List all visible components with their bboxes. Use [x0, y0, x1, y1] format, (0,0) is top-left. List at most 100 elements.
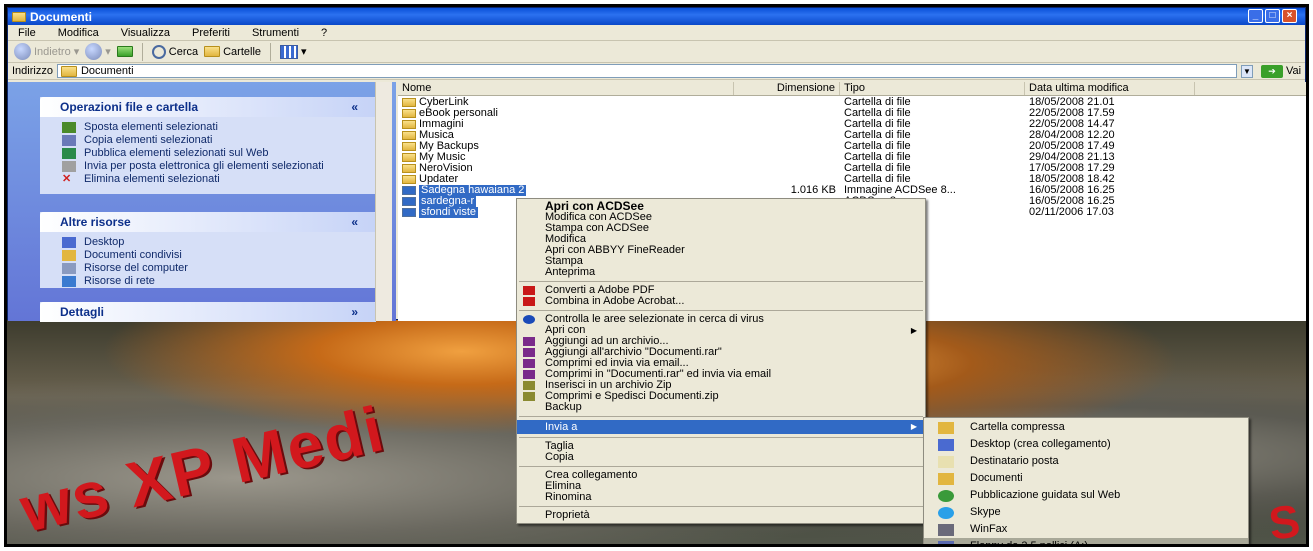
winrar-icon: [523, 337, 535, 346]
menu-preferiti[interactable]: Preferiti: [192, 27, 230, 39]
column-headers: Nome Dimensione Tipo Data ultima modific…: [398, 82, 1306, 96]
context-item-backup[interactable]: Backup: [517, 402, 925, 413]
minimize-icon[interactable]: _: [1248, 9, 1263, 23]
menu-help[interactable]: ?: [321, 27, 327, 39]
task-pubblica-elementi[interactable]: Pubblica elementi selezionati sul Web: [40, 148, 376, 159]
collapse-icon[interactable]: «: [351, 215, 358, 229]
folder-icon: [402, 109, 416, 118]
floppy-icon: [938, 541, 954, 544]
task-desktop[interactable]: Desktop: [40, 237, 376, 248]
file-size: 1.016 KB: [790, 184, 836, 196]
task-label: Documenti condivisi: [84, 249, 182, 261]
send-to-item-floppy-da-3-5-pollici-a[interactable]: Floppy da 3,5 pollici (A:): [924, 538, 1248, 544]
context-item-anteprima[interactable]: Anteprima: [517, 267, 925, 278]
up-folder-button[interactable]: [116, 46, 133, 57]
copy-icon: [62, 135, 76, 146]
up-folder-icon: [116, 46, 133, 57]
folder-icon: [402, 164, 416, 173]
back-arrow-icon: [14, 43, 31, 60]
context-item-label: Combina in Adobe Acrobat...: [545, 295, 685, 307]
task-risorse-di[interactable]: Risorse di rete: [40, 276, 376, 287]
task-documenti-condivisi[interactable]: Documenti condivisi: [40, 250, 376, 261]
context-item-label: Invia a: [545, 421, 578, 433]
maximize-icon[interactable]: □: [1265, 9, 1280, 23]
views-button[interactable]: ▾: [280, 44, 307, 59]
image-file-icon: [402, 186, 416, 195]
antivirus-icon: [523, 315, 535, 324]
forward-button[interactable]: ▾: [85, 43, 111, 60]
title-bar[interactable]: Documenti _ □ ×: [8, 8, 1305, 25]
delete-icon: ✕: [62, 173, 72, 185]
search-button[interactable]: Cerca: [151, 44, 198, 59]
column-header-size[interactable]: Dimensione: [734, 82, 840, 95]
left-pane-scrollbar[interactable]: [375, 82, 392, 321]
task-risorse-del[interactable]: Risorse del computer: [40, 263, 376, 274]
context-item-invia-a[interactable]: Invia a ▶: [517, 420, 925, 434]
file-tasks-header[interactable]: Operazioni file e cartella «: [40, 97, 376, 117]
address-input[interactable]: Documenti: [56, 64, 1237, 78]
menu-separator: [519, 506, 923, 507]
context-menu: Apri con ACDSee Modifica con ACDSee Stampa…: [516, 198, 926, 524]
address-dropdown-icon[interactable]: ▼: [1240, 64, 1253, 78]
task-elimina-elementi[interactable]: ✕ Elimina elementi selezionati: [40, 174, 376, 185]
task-label: Desktop: [84, 236, 125, 248]
task-sposta-elementi[interactable]: Sposta elementi selezionati: [40, 122, 376, 133]
file-size: [734, 97, 840, 108]
web-wizard-icon: [938, 490, 954, 502]
send-to-item-skype[interactable]: Skype: [924, 504, 1248, 521]
file-size: [734, 130, 840, 141]
context-item-copia[interactable]: Copia: [517, 452, 925, 463]
details-panel: Dettagli»: [40, 302, 376, 322]
close-icon[interactable]: ×: [1282, 9, 1297, 23]
folder-icon: [402, 131, 416, 140]
file-tasks-panel: Operazioni file e cartella « Sposta eleme…: [40, 97, 376, 194]
column-header-date[interactable]: Data ultima modifica: [1025, 82, 1195, 95]
context-item-taglia[interactable]: Taglia: [517, 441, 925, 452]
context-item-combina-in-adobe-acrobat[interactable]: Combina in Adobe Acrobat...: [517, 296, 925, 307]
mail-icon: [938, 456, 954, 468]
go-arrow-icon: ➔: [1260, 64, 1283, 78]
send-to-item-destinatario-posta[interactable]: Destinatario posta: [924, 453, 1248, 470]
folder-icon: [12, 11, 26, 22]
task-label: Invia per posta elettronica gli elementi…: [84, 160, 324, 172]
wallpaper-text: ws XP Medi: [13, 392, 392, 546]
wallpaper-text-right: S: [1265, 494, 1304, 547]
send-to-item-winfax[interactable]: WinFax: [924, 521, 1248, 538]
task-label: Elimina elementi selezionati: [84, 173, 220, 185]
task-label: Risorse del computer: [84, 262, 188, 274]
toolbar-separator: [270, 42, 272, 61]
context-item-label: Proprietà: [545, 509, 590, 521]
send-to-item-desktop-crea-collegamento[interactable]: Desktop (crea collegamento): [924, 436, 1248, 453]
menu-strumenti[interactable]: Strumenti: [252, 27, 299, 39]
send-to-item-cartella-compressa[interactable]: Cartella compressa: [924, 419, 1248, 436]
send-to-item-pubblicazione-guidata-sul-web[interactable]: Pubblicazione guidata sul Web: [924, 487, 1248, 504]
task-copia-elementi[interactable]: Copia elementi selezionati: [40, 135, 376, 146]
task-invia-per[interactable]: Invia per posta elettronica gli elementi…: [40, 161, 376, 172]
menu-file[interactable]: File: [18, 27, 36, 39]
menu-visualizza[interactable]: Visualizza: [121, 27, 170, 39]
context-item-label: Backup: [545, 401, 582, 413]
collapse-icon[interactable]: «: [351, 100, 358, 114]
column-header-name[interactable]: Nome: [398, 82, 734, 95]
expand-icon[interactable]: »: [351, 305, 358, 319]
winrar-icon: [523, 348, 535, 357]
file-size: [734, 119, 840, 130]
context-item-rinomina[interactable]: Rinomina: [517, 492, 925, 503]
back-button[interactable]: Indietro ▾: [14, 43, 79, 60]
send-to-item-documenti[interactable]: Documenti: [924, 470, 1248, 487]
folders-button[interactable]: Cartelle: [204, 46, 261, 58]
menu-separator: [519, 416, 923, 417]
details-header[interactable]: Dettagli»: [40, 302, 376, 322]
task-pane: Operazioni file e cartella « Sposta eleme…: [8, 82, 396, 322]
other-places-header[interactable]: Altre risorse «: [40, 212, 376, 232]
folder-icon: [402, 175, 416, 184]
pdf-icon: [523, 286, 535, 295]
go-button[interactable]: ➔ Vai: [1260, 64, 1301, 78]
context-item-propriet[interactable]: Proprietà: [517, 510, 925, 521]
submenu-arrow-icon: ▶: [910, 422, 917, 431]
folder-icon: [402, 98, 416, 107]
menu-modifica[interactable]: Modifica: [58, 27, 99, 39]
context-item-label: Copia: [545, 451, 574, 463]
column-header-type[interactable]: Tipo: [840, 82, 1025, 95]
send-to-label: Skype: [970, 506, 1001, 518]
